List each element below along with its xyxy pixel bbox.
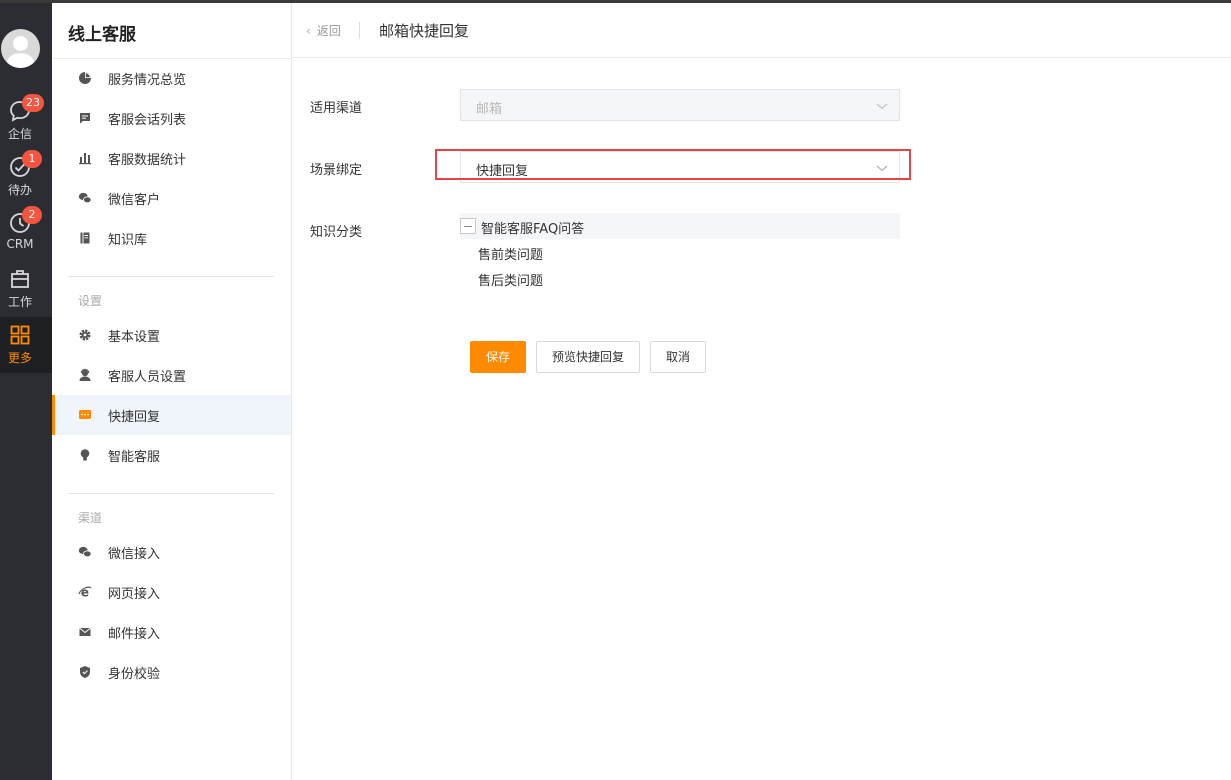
save-button[interactable]: 保存 [470,341,526,373]
chevron-left-icon: ‹ [306,24,311,38]
sidebar-item-knowledge-base[interactable]: 知识库 [52,218,291,258]
rail-item-label: 工作 [7,295,32,309]
channel-select: 邮箱 [460,89,900,121]
sidebar-item-quick-reply[interactable]: 快捷回复 [52,395,291,435]
channel-label: 适用渠道 [310,101,363,116]
sidebar-item-label: 知识库 [108,233,148,248]
page-header: ‹ 返回 邮箱快捷回复 [292,3,1231,58]
sidebar-title: 线上客服 [68,25,136,45]
highlight-box [435,149,911,180]
sidebar-item-label: 快捷回复 [108,410,161,425]
bar-chart-icon [79,153,91,165]
cancel-button[interactable]: 取消 [650,341,706,373]
mail-icon [79,627,91,636]
group-label-channels: 渠道 [78,511,103,525]
rail-item-label: 企信 [7,127,32,141]
header-divider [359,22,360,39]
scene-label: 场景绑定 [310,163,363,178]
app-rail: 23 企信 1 待办 2 CRM 工作 更多 [0,3,52,780]
sidebar-item-statistics[interactable]: 客服数据统计 [52,138,291,178]
chevron-down-icon [876,103,888,110]
bulb-icon [80,449,90,461]
rail-item-crm[interactable]: 2 CRM [0,205,52,261]
chat-list-icon [80,113,90,124]
tree-node-label: 智能客服FAQ问答 [481,222,585,237]
rail-item-label: 待办 [7,183,32,197]
sidebar-item-label: 服务情况总览 [108,73,187,88]
sidebar-item-wechat-access[interactable]: 微信接入 [52,532,291,572]
sidebar-item-label: 客服数据统计 [108,153,187,168]
back-link[interactable]: ‹ 返回 [306,22,341,39]
unread-badge: 2 [22,206,42,224]
sidebar-item-label: 客服人员设置 [108,370,187,385]
tree-node-root[interactable]: 智能客服FAQ问答 [460,213,900,239]
rail-item-more[interactable]: 更多 [0,317,52,373]
rail-item-work[interactable]: 工作 [0,261,52,317]
channel-select-value: 邮箱 [476,102,503,117]
back-label: 返回 [316,24,341,38]
sidebar-item-label: 客服会话列表 [108,113,187,128]
briefcase-icon [11,270,29,288]
main-content: ‹ 返回 邮箱快捷回复 适用渠道 邮箱 场景绑定 快捷回复 知识分类 智能客服FA… [292,3,1231,780]
shield-icon [80,666,90,678]
divider [68,276,274,277]
group-label-settings: 设置 [78,294,103,308]
sidebar-item-identity-check[interactable]: 身份校验 [52,652,291,692]
agent-icon [79,368,91,381]
ie-icon: e [78,586,92,599]
sidebar-item-label: 邮件接入 [108,627,161,642]
unread-badge: 23 [22,94,44,112]
rail-item-label: 更多 [7,351,32,365]
tree-node-aftersale[interactable]: 售后类问题 [478,270,543,289]
sidebar-item-web-access[interactable]: e 网页接入 [52,572,291,612]
preview-quick-reply-button[interactable]: 预览快捷回复 [536,341,640,373]
sidebar-item-agent-settings[interactable]: 客服人员设置 [52,355,291,395]
knowledge-label: 知识分类 [310,225,363,240]
book-icon [80,232,90,244]
sidebar-item-label: 基本设置 [108,330,161,345]
sidebar-item-mail-access[interactable]: 邮件接入 [52,612,291,652]
sidebar-item-overview[interactable]: 服务情况总览 [52,58,291,98]
sidebar-item-label: 网页接入 [108,587,161,602]
unread-badge: 1 [22,150,42,168]
quick-reply-icon [79,410,91,419]
sidebar-item-label: 微信客户 [108,193,161,208]
tree-node-presale[interactable]: 售前类问题 [478,244,543,263]
wechat-icon [78,192,92,204]
sidebar-item-wechat-customers[interactable]: 微信客户 [52,178,291,218]
sidebar-item-basic-settings[interactable]: 基本设置 [52,315,291,355]
sidebar-item-label: 微信接入 [108,547,161,562]
sidebar-item-label: 智能客服 [108,450,161,465]
rail-item-qixin[interactable]: 23 企信 [0,93,52,149]
page-title: 邮箱快捷回复 [379,22,470,40]
avatar[interactable] [1,29,40,68]
sidebar-item-label: 身份校验 [108,667,161,682]
sidebar: 线上客服 服务情况总览 客服会话列表 客服数据统计 微信客户 知识库 设置 基本… [52,3,292,780]
collapse-icon[interactable] [460,218,476,234]
sidebar-item-smart-service[interactable]: 智能客服 [52,435,291,475]
rail-item-todo[interactable]: 1 待办 [0,149,52,205]
divider [68,493,274,494]
gear-icon [79,329,91,341]
pie-chart-icon [79,72,91,84]
sidebar-item-session-list[interactable]: 客服会话列表 [52,98,291,138]
rail-item-label: CRM [6,237,34,251]
grid-icon [10,325,30,345]
wechat-icon [78,546,92,558]
